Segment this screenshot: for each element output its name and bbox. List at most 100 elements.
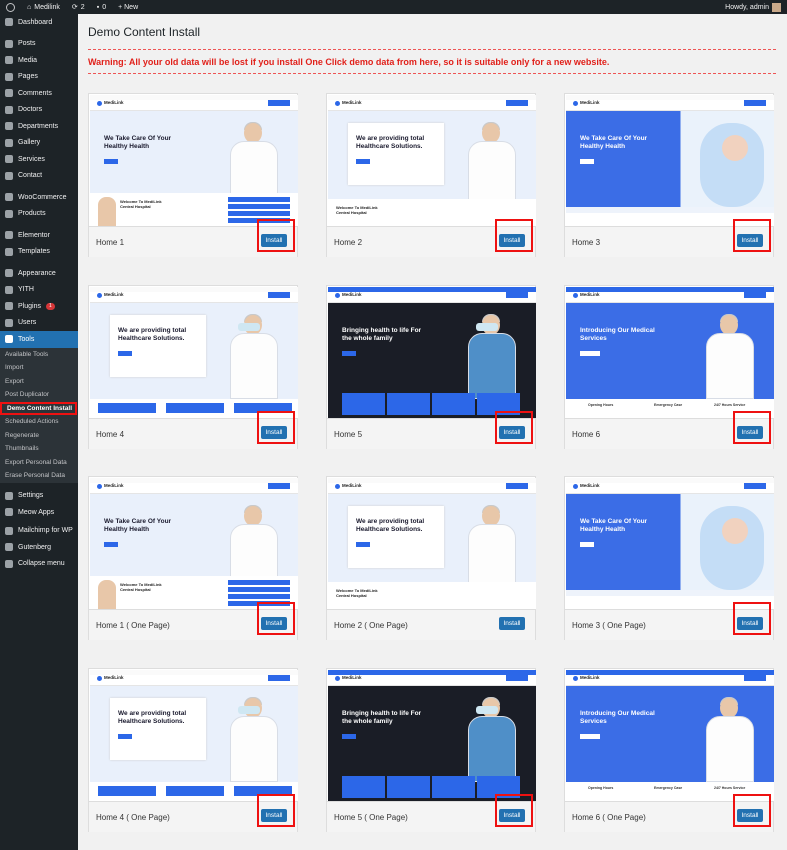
sidebar-item-elementor[interactable]: Elementor: [0, 227, 78, 244]
sidebar-item-plugins[interactable]: Plugins 1: [0, 298, 78, 315]
preview-logo-text: MediLink: [580, 100, 600, 105]
demo-card-footer: Home 4 ( One Page) Install: [89, 794, 297, 832]
sidebar-item-yith[interactable]: YITH: [0, 282, 78, 299]
preview-hero: We Take Care Of Your Healthy Health: [566, 111, 774, 207]
submenu-item[interactable]: Export: [0, 375, 78, 389]
preview-doctor-image: [698, 692, 762, 782]
preview-doctor-image: [460, 117, 524, 207]
preview-logo-text: MediLink: [104, 483, 124, 488]
sidebar-item-products[interactable]: Products: [0, 206, 78, 223]
sidebar-item-comments[interactable]: Comments: [0, 85, 78, 102]
install-highlight-box: [257, 219, 295, 252]
sidebar-item-mailchimp-for-wp[interactable]: Mailchimp for WP: [0, 523, 78, 540]
doctor-head: [482, 123, 500, 143]
submenu-item[interactable]: Erase Personal Data: [0, 469, 78, 483]
submenu-item[interactable]: Available Tools: [0, 348, 78, 362]
comments-link[interactable]: ▪ 0: [91, 0, 112, 14]
plugins-update-badge: 1: [45, 302, 55, 310]
contact-icon: [5, 171, 13, 180]
preview-header: MediLink: [90, 287, 298, 303]
sidebar-item-users[interactable]: Users: [0, 315, 78, 332]
sidebar-item-settings[interactable]: Settings: [0, 488, 78, 505]
demo-card-footer: Home 5 Install: [327, 411, 535, 449]
preview-feature-box: [432, 393, 475, 415]
preview-feature-box: [387, 776, 430, 798]
submenu-item[interactable]: Thumbnails: [0, 442, 78, 456]
sidebar-item-templates[interactable]: Templates: [0, 244, 78, 261]
preview-action-button: [98, 786, 156, 796]
submenu-item[interactable]: Demo Content Install: [0, 401, 77, 415]
sidebar-item-tools[interactable]: Tools: [0, 331, 78, 348]
sidebar-item-collapse-menu[interactable]: Collapse menu: [0, 556, 78, 573]
sidebar-item-pages[interactable]: Pages: [0, 69, 78, 86]
sidebar-item-doctors[interactable]: Doctors: [0, 102, 78, 119]
preview-welcome-text: Welcome To MediLink Central Hospital: [336, 205, 378, 215]
sidebar-item-gutenberg[interactable]: Gutenberg: [0, 539, 78, 556]
submenu-item[interactable]: Scheduled Actions: [0, 415, 78, 429]
preview-nav-button: [506, 100, 528, 106]
submenu-item[interactable]: Regenerate: [0, 429, 78, 443]
sidebar-item-woocommerce[interactable]: WooCommerce: [0, 189, 78, 206]
preview-hero-title: We are providing total Healthcare Soluti…: [118, 710, 187, 725]
doctor-coat: [706, 716, 754, 782]
account-menu[interactable]: Howdy, admin: [719, 0, 787, 14]
preview-logo-icon: [97, 676, 102, 681]
sidebar-item-meow-apps[interactable]: Meow Apps: [0, 504, 78, 521]
preview-hero-title: Introducing Our Medical Services: [580, 327, 655, 342]
sidebar-item-media[interactable]: Media: [0, 52, 78, 69]
sidebar-item-contact[interactable]: Contact: [0, 168, 78, 185]
doctors-icon: [5, 105, 13, 114]
preview-bar: [228, 211, 290, 216]
preview-feature-boxes: [342, 776, 520, 798]
install-button[interactable]: Install: [499, 617, 525, 630]
new-content-link[interactable]: + New: [112, 0, 144, 14]
sidebar-item-appearance[interactable]: Appearance: [0, 265, 78, 282]
preview-feature-box: [342, 393, 385, 415]
sidebar-item-posts[interactable]: Posts: [0, 36, 78, 53]
preview-hero-box: [348, 123, 444, 185]
demo-preview-image: MediLink Introducing Our Medical Services…: [566, 287, 774, 418]
demo-preview-image: MediLink We are providing total Healthcar…: [90, 670, 298, 801]
pages-icon: [5, 72, 13, 81]
sidebar-item-services[interactable]: Services: [0, 151, 78, 168]
media-icon: [5, 56, 13, 65]
admin-bar: ⌂ Medilink ⟳ 2 ▪ 0 + New Howdy, admin: [0, 0, 787, 14]
comments-count: 0: [102, 3, 107, 11]
sidebar-item-departments[interactable]: Departments: [0, 118, 78, 135]
preview-logo-text: MediLink: [580, 292, 600, 297]
doctor-coat: [468, 524, 516, 590]
sidebar-item-gallery[interactable]: Gallery: [0, 135, 78, 152]
preview-service: 24/7 Hours Service: [714, 786, 746, 790]
preview-hero: We are providing total Healthcare Soluti…: [90, 303, 298, 399]
settings-icon: [5, 491, 13, 500]
preview-hero-button: [580, 159, 594, 164]
preview-hero-button: [104, 542, 118, 547]
preview-header: MediLink: [566, 478, 774, 494]
submenu-item[interactable]: Import: [0, 361, 78, 375]
updates-link[interactable]: ⟳ 2: [66, 0, 91, 14]
install-highlight-box: [733, 602, 771, 635]
preview-logo-text: MediLink: [342, 292, 362, 297]
preview-feature-box: [432, 776, 475, 798]
preview-hero-title: We are providing total Healthcare Soluti…: [118, 327, 187, 342]
collapse-icon: [5, 559, 13, 568]
submenu-item[interactable]: Export Personal Data: [0, 456, 78, 470]
wordpress-icon: [6, 2, 15, 12]
elementor-icon: [5, 231, 13, 240]
preview-header: MediLink: [566, 670, 774, 686]
wp-logo-menu[interactable]: [0, 0, 21, 14]
sidebar-item-dashboard[interactable]: Dashboard: [0, 14, 78, 31]
preview-nav-button: [744, 100, 766, 106]
install-highlight-box: [257, 602, 295, 635]
submenu-item[interactable]: Post Duplicator: [0, 388, 78, 402]
sidebar-item-label: Contact: [18, 172, 43, 180]
demo-name: Home 1 ( One Page): [96, 621, 170, 630]
sidebar-item-label: Services: [18, 155, 45, 163]
demo-card: MediLink We Take Care Of Your Healthy Hea…: [564, 476, 774, 640]
demo-card-footer: Home 3 Install: [565, 219, 773, 257]
preview-hero-button: [356, 542, 370, 547]
sidebar-item-label: Appearance: [18, 269, 56, 277]
avatar: [772, 2, 781, 12]
doctor-head: [482, 506, 500, 526]
site-name-link[interactable]: ⌂ Medilink: [21, 0, 66, 14]
